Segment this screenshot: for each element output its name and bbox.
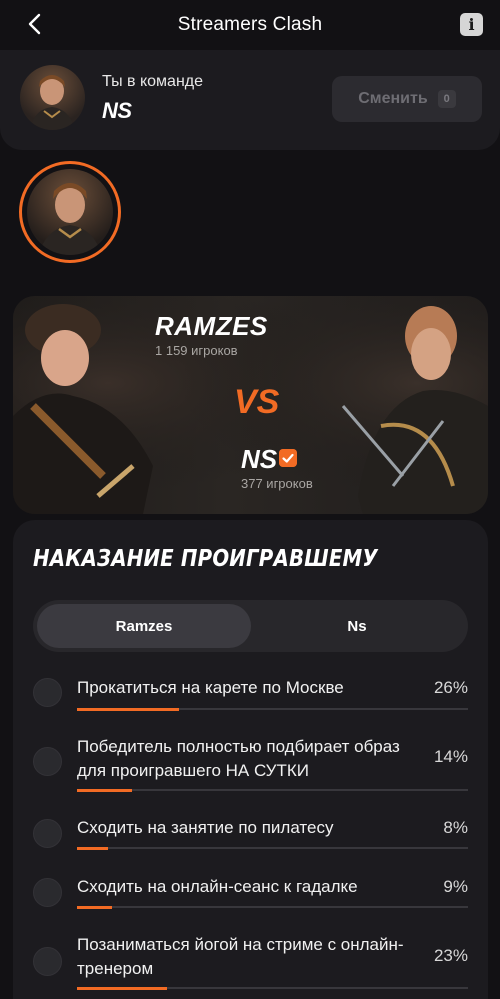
tab-ramzes[interactable]: Ramzes xyxy=(37,604,251,648)
option-percent: 8% xyxy=(443,818,468,837)
vote-option[interactable]: Сходить на онлайн-сеанс к гадалке 9% xyxy=(33,875,468,915)
option-text: Сходить на занятие по пилатесу xyxy=(77,818,334,837)
back-arrow-icon[interactable] xyxy=(24,12,48,36)
vote-radio[interactable] xyxy=(33,678,62,707)
top-bar: Streamers Clash i xyxy=(0,0,500,50)
option-progress-fill xyxy=(77,905,113,909)
option-percent: 26% xyxy=(433,678,468,697)
option-progress-track xyxy=(77,905,468,909)
team-name: NS xyxy=(102,98,132,123)
option-percent: 9% xyxy=(443,877,468,896)
selected-check-icon xyxy=(279,449,297,467)
option-progress-track xyxy=(77,986,468,990)
team2-name: NS xyxy=(241,444,278,474)
vote-radio[interactable] xyxy=(33,947,62,976)
vote-radio[interactable] xyxy=(33,819,62,848)
vote-radio[interactable] xyxy=(33,747,62,776)
streamer-portrait-icon xyxy=(39,183,101,255)
option-progress-track xyxy=(77,846,468,850)
versus-banner: RAMZES 1 159 игроков VS NS 377 игроков xyxy=(13,296,488,514)
option-text: Позаниматься йогой на стриме с онлайн-тр… xyxy=(77,935,404,978)
change-count-badge: 0 xyxy=(437,90,456,108)
punishment-title: НАКАЗАНИЕ ПРОИГРАВШЕМУ xyxy=(33,546,378,572)
option-percent: 23% xyxy=(433,946,468,965)
option-text: Прокатиться на карете по Москве xyxy=(77,678,344,697)
team1-name: RAMZES xyxy=(155,311,268,341)
option-progress-fill xyxy=(77,846,109,850)
change-team-label: Сменить xyxy=(358,90,428,107)
tab-ns[interactable]: Ns xyxy=(250,604,464,648)
option-progress-fill xyxy=(77,788,132,792)
punishment-card: НАКАЗАНИЕ ПРОИГРАВШЕМУ Ramzes Ns Прокати… xyxy=(13,520,488,999)
team-avatar xyxy=(20,65,85,130)
team1-players: 1 159 игроков xyxy=(155,343,238,358)
vote-option[interactable]: Победитель полностью подбирает образ для… xyxy=(33,735,468,795)
page-title: Streamers Clash xyxy=(177,14,323,35)
vote-option[interactable]: Позаниматься йогой на стриме с онлайн-тр… xyxy=(33,933,468,993)
change-team-button[interactable]: Сменить 0 xyxy=(332,76,482,122)
team2-players: 377 игроков xyxy=(241,476,313,491)
vs-label: VS xyxy=(234,383,280,421)
option-progress-track xyxy=(77,707,468,711)
info-icon[interactable]: i xyxy=(460,13,483,36)
streamer-story-avatar[interactable] xyxy=(19,161,121,263)
option-progress-fill xyxy=(77,986,167,990)
vote-option[interactable]: Прокатиться на карете по Москве 26% xyxy=(33,675,468,715)
option-progress-track xyxy=(77,788,468,792)
team-label: Ты в команде xyxy=(102,73,204,90)
team-tabs: Ramzes Ns xyxy=(33,600,468,652)
my-team-card: Ты в команде NS Сменить 0 xyxy=(0,50,500,150)
option-percent: 14% xyxy=(433,747,468,766)
option-text: Сходить на онлайн-сеанс к гадалке xyxy=(77,877,358,896)
option-progress-fill xyxy=(77,707,179,711)
option-text: Победитель полностью подбирает образ для… xyxy=(77,737,400,780)
vote-radio[interactable] xyxy=(33,878,62,907)
vote-option[interactable]: Сходить на занятие по пилатесу 8% xyxy=(33,816,468,856)
